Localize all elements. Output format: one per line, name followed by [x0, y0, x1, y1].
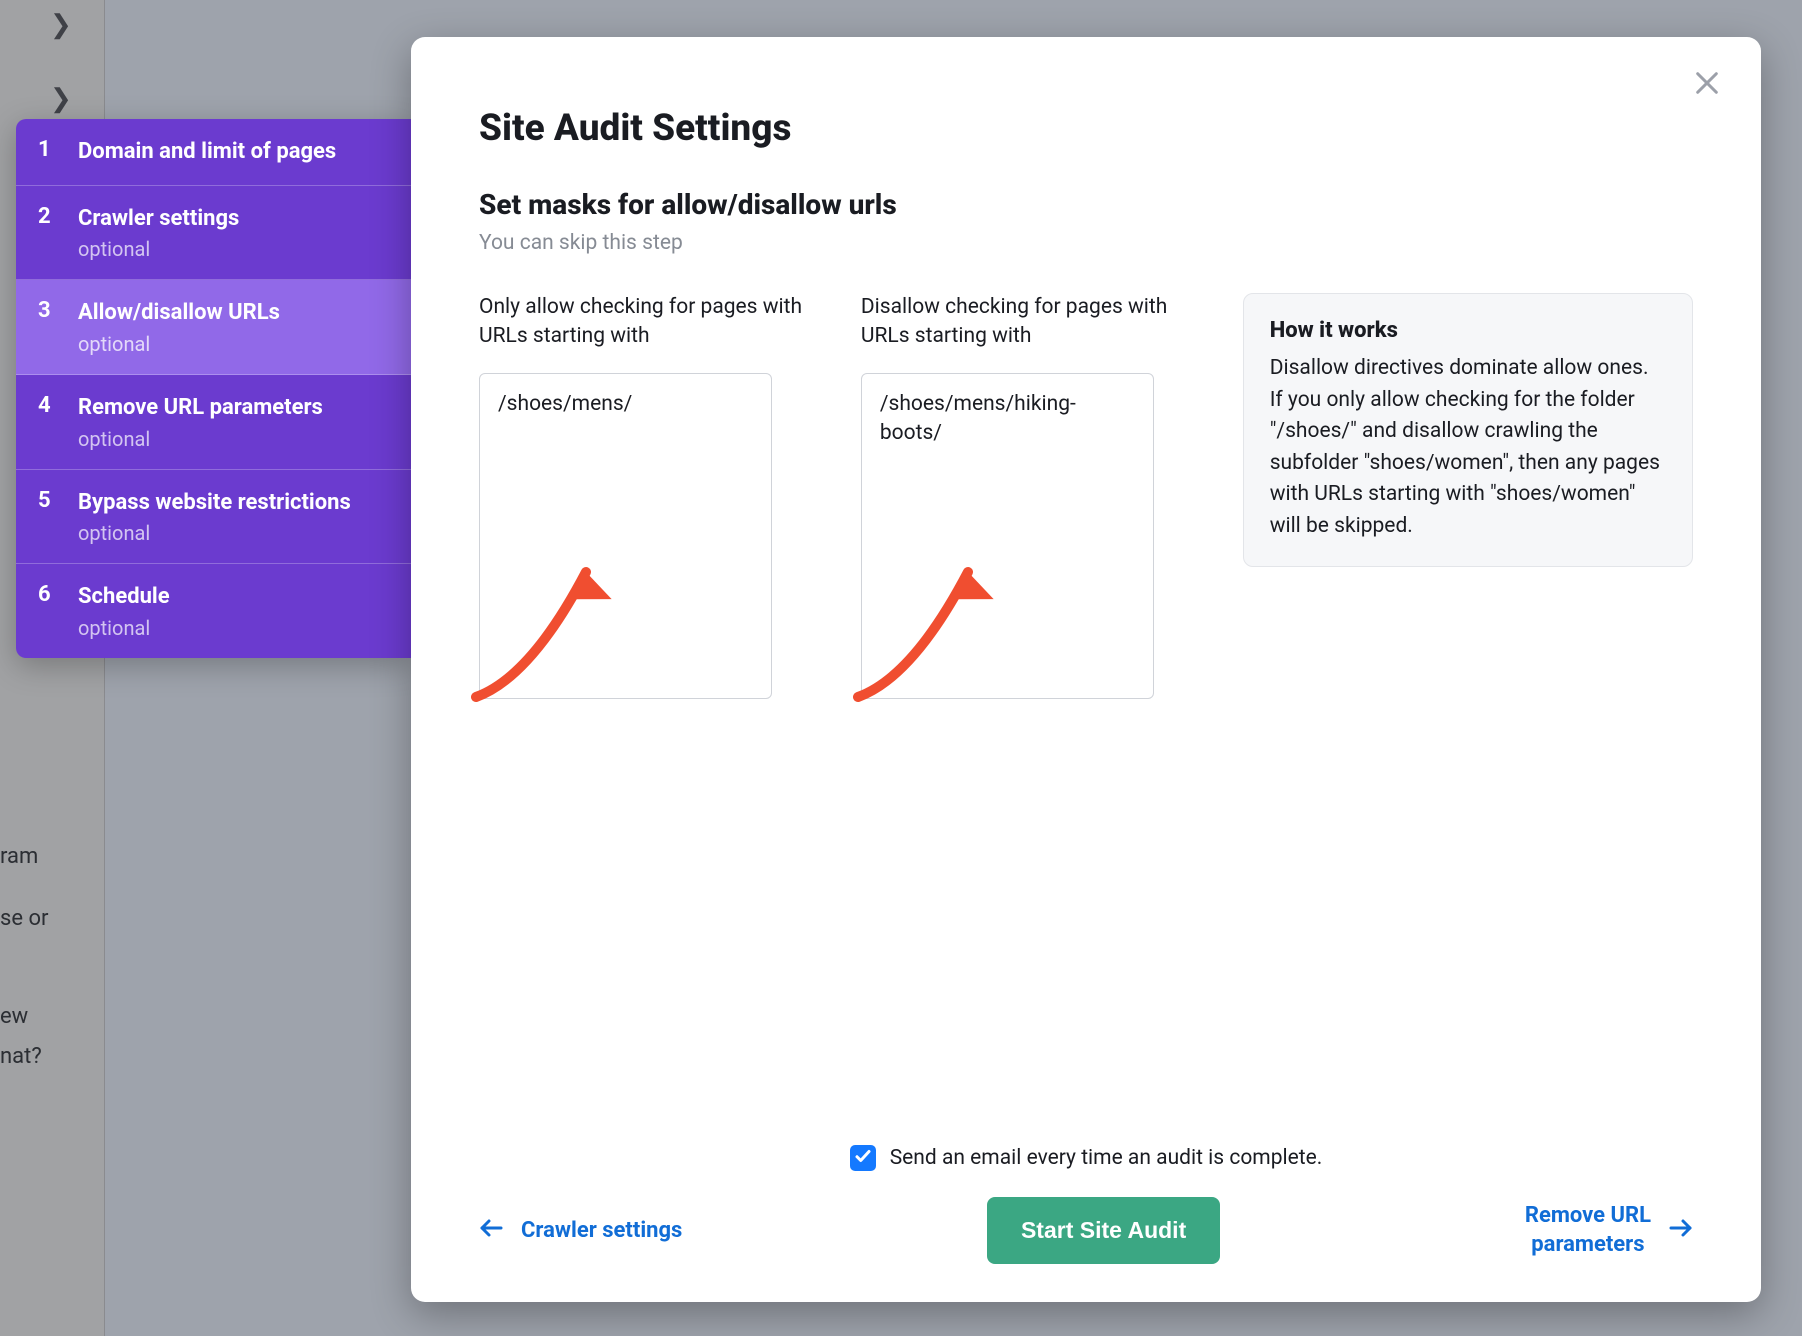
step-label: Bypass website restrictions — [78, 488, 351, 518]
step-label: Crawler settings — [78, 204, 239, 234]
step-item-remove-params[interactable]: 4 Remove URL parameters optional — [16, 375, 411, 470]
step-optional: optional — [78, 237, 239, 261]
steps-sidebar: 1 Domain and limit of pages 2 Crawler se… — [16, 119, 411, 658]
background-text: nat? — [0, 1044, 42, 1069]
step-item-domain[interactable]: 1 Domain and limit of pages — [16, 119, 411, 186]
step-number: 4 — [38, 393, 52, 451]
email-label: Send an email every time an audit is com… — [890, 1146, 1323, 1170]
step-optional: optional — [78, 616, 170, 640]
disallow-column: Disallow checking for pages with URLs st… — [861, 293, 1215, 703]
step-item-crawler[interactable]: 2 Crawler settings optional — [16, 186, 411, 281]
allow-column: Only allow checking for pages with URLs … — [479, 293, 833, 703]
prev-button[interactable]: Crawler settings — [479, 1218, 682, 1244]
next-button[interactable]: Remove URL parameters — [1525, 1202, 1693, 1259]
how-it-works-title: How it works — [1270, 318, 1666, 343]
allow-textarea[interactable] — [479, 373, 772, 699]
modal-title: Site Audit Settings — [479, 107, 1693, 150]
background-text: ew — [0, 1004, 28, 1029]
modal-footer: Send an email every time an audit is com… — [479, 1145, 1693, 1264]
step-optional: optional — [78, 427, 323, 451]
step-optional: optional — [78, 521, 351, 545]
nav-row: Crawler settings Start Site Audit Remove… — [479, 1197, 1693, 1264]
email-checkbox-row: Send an email every time an audit is com… — [479, 1145, 1693, 1171]
step-item-bypass[interactable]: 5 Bypass website restrictions optional — [16, 470, 411, 565]
next-label: Remove URL parameters — [1525, 1202, 1651, 1259]
how-it-works-panel: How it works Disallow directives dominat… — [1243, 293, 1693, 567]
background-text: ram — [0, 844, 38, 869]
step-number: 3 — [38, 298, 52, 356]
close-icon — [1693, 69, 1721, 101]
step-label: Remove URL parameters — [78, 393, 323, 423]
step-number: 6 — [38, 582, 52, 640]
step-number: 1 — [38, 137, 52, 167]
step-item-schedule[interactable]: 6 Schedule optional — [16, 564, 411, 658]
prev-label: Crawler settings — [521, 1218, 682, 1243]
mask-columns: Only allow checking for pages with URLs … — [479, 293, 1693, 703]
how-it-works-text: Disallow directives dominate allow ones.… — [1270, 353, 1666, 542]
modal-hint: You can skip this step — [479, 231, 1693, 255]
disallow-label: Disallow checking for pages with URLs st… — [861, 293, 1215, 355]
check-icon — [854, 1147, 872, 1169]
step-label: Domain and limit of pages — [78, 137, 336, 167]
arrow-right-icon — [1669, 1218, 1693, 1244]
arrow-left-icon — [479, 1218, 503, 1244]
step-item-allow-disallow[interactable]: 3 Allow/disallow URLs optional — [16, 280, 411, 375]
email-checkbox[interactable] — [850, 1145, 876, 1171]
step-optional: optional — [78, 332, 280, 356]
step-number: 5 — [38, 488, 52, 546]
close-button[interactable] — [1687, 65, 1727, 105]
step-label: Allow/disallow URLs — [78, 298, 280, 328]
disallow-textarea[interactable] — [861, 373, 1154, 699]
allow-label: Only allow checking for pages with URLs … — [479, 293, 833, 355]
step-label: Schedule — [78, 582, 170, 612]
chevron-right-icon: ❯ — [50, 10, 72, 40]
chevron-right-icon: ❯ — [50, 84, 72, 114]
step-number: 2 — [38, 204, 52, 262]
background-text: se or — [0, 906, 48, 931]
start-site-audit-button[interactable]: Start Site Audit — [987, 1197, 1220, 1264]
modal-subtitle: Set masks for allow/disallow urls — [479, 188, 1693, 221]
settings-modal: Site Audit Settings Set masks for allow/… — [411, 37, 1761, 1302]
